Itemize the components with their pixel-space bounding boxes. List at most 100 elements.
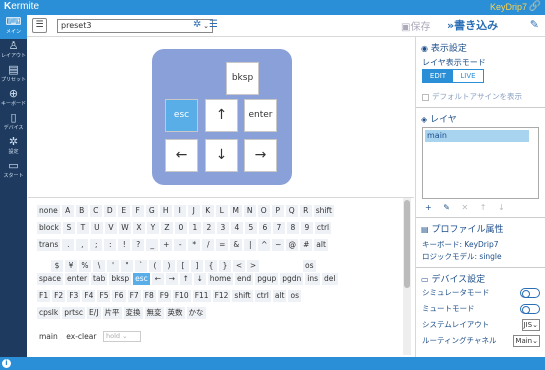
palette-key[interactable]: (	[149, 260, 161, 272]
palette-key[interactable]: E	[117, 205, 130, 217]
palette-key[interactable]: F3	[67, 290, 81, 302]
palette-key[interactable]: Q	[285, 205, 298, 217]
gear-icon[interactable]: ✲	[193, 19, 201, 30]
sidebar-item-device[interactable]: ▯ デバイス	[0, 111, 27, 135]
move-layer-up-button[interactable]: ↑	[480, 203, 487, 212]
palette-key[interactable]: F5	[97, 290, 111, 302]
palette-key[interactable]: F7	[127, 290, 141, 302]
palette-key[interactable]: trans	[37, 239, 61, 251]
palette-key[interactable]: ¥	[65, 260, 77, 272]
palette-key[interactable]: 3	[216, 222, 229, 234]
palette-key[interactable]: F8	[142, 290, 156, 302]
palette-key[interactable]: F	[131, 205, 144, 217]
palette-key[interactable]: prtsc	[62, 307, 86, 319]
palette-key[interactable]: F1	[37, 290, 51, 302]
palette-key[interactable]: bksp	[109, 273, 132, 285]
palette-key[interactable]: @	[286, 239, 299, 251]
palette-key[interactable]: %	[79, 260, 91, 272]
palette-key[interactable]: C	[89, 205, 102, 217]
palette-key[interactable]: J	[187, 205, 200, 217]
key-up[interactable]: ↑	[205, 99, 238, 132]
palette-key[interactable]: [	[177, 260, 189, 272]
menu-button[interactable]: ☰	[32, 18, 47, 33]
pen-icon[interactable]: ✎	[530, 18, 539, 31]
palette-key[interactable]: 片平	[102, 307, 122, 319]
palette-key[interactable]: #	[300, 239, 313, 251]
palette-key[interactable]: S	[62, 222, 75, 234]
palette-key[interactable]: pgdn	[280, 273, 304, 285]
system-layout-select[interactable]: JIS⌄	[521, 319, 540, 331]
palette-key[interactable]: かな	[186, 307, 206, 319]
palette-key[interactable]: K	[201, 205, 214, 217]
palette-key[interactable]: L	[215, 205, 228, 217]
palette-key[interactable]: O	[257, 205, 270, 217]
palette-key[interactable]: >	[247, 260, 259, 272]
palette-key[interactable]: G	[145, 205, 158, 217]
sidebar-item-settings[interactable]: ✲ 設定	[0, 135, 27, 159]
palette-key[interactable]: 1	[188, 222, 201, 234]
sidebar-item-start[interactable]: ▭ スタート	[0, 159, 27, 183]
routing-channel-select[interactable]: Main⌄	[513, 335, 540, 347]
palette-key[interactable]: 2	[202, 222, 215, 234]
palette-key[interactable]: ↓	[193, 273, 206, 285]
palette-key[interactable]: 6	[258, 222, 271, 234]
palette-key[interactable]: main	[37, 331, 60, 343]
palette-key[interactable]: 無変	[144, 307, 164, 319]
palette-key[interactable]: ~	[272, 239, 285, 251]
palette-key[interactable]: D	[103, 205, 116, 217]
palette-key[interactable]: W	[118, 222, 131, 234]
delete-layer-button[interactable]: ✕	[462, 203, 469, 212]
list-icon[interactable]: ☰	[209, 19, 218, 30]
palette-key[interactable]: 変換	[123, 307, 143, 319]
palette-key[interactable]: \	[93, 260, 105, 272]
mute-mode-toggle[interactable]	[520, 304, 540, 314]
palette-key[interactable]: I	[173, 205, 186, 217]
key-bksp[interactable]: bksp	[226, 62, 259, 95]
palette-key[interactable]: os	[288, 290, 301, 302]
default-assign-checkbox[interactable]: デフォルトアサインを表示	[422, 91, 522, 102]
palette-key[interactable]: /	[202, 239, 215, 251]
palette-key[interactable]: esc	[133, 273, 150, 285]
link-icon[interactable]: 🔗	[529, 1, 541, 12]
move-layer-down-button[interactable]: ↓	[498, 203, 505, 212]
palette-key[interactable]: 英数	[165, 307, 185, 319]
palette-key[interactable]: '	[107, 260, 119, 272]
palette-key[interactable]: E/J	[87, 307, 101, 319]
palette-key[interactable]: 4	[230, 222, 243, 234]
palette-key[interactable]: "	[121, 260, 133, 272]
key-esc[interactable]: esc	[165, 99, 198, 132]
palette-key[interactable]: ?	[132, 239, 145, 251]
key-enter[interactable]: enter	[244, 99, 277, 132]
write-button[interactable]: »書き込み	[447, 17, 498, 33]
palette-key[interactable]: |	[244, 239, 257, 251]
palette-key[interactable]: block	[37, 222, 61, 234]
palette-key[interactable]: F9	[157, 290, 171, 302]
palette-key[interactable]: &	[230, 239, 243, 251]
sidebar-item-keyboard[interactable]: ⊕ キーボード	[0, 87, 27, 111]
palette-key[interactable]: _	[146, 239, 159, 251]
info-icon[interactable]: i	[2, 359, 11, 368]
palette-key[interactable]: F4	[82, 290, 96, 302]
palette-key[interactable]: ctrl	[314, 222, 332, 234]
palette-key[interactable]: ]	[191, 260, 203, 272]
palette-key[interactable]: ins	[305, 273, 321, 285]
hold-select[interactable]: hold ⌄	[102, 331, 141, 342]
palette-key[interactable]: shift	[232, 290, 253, 302]
palette-key[interactable]: 0	[174, 222, 187, 234]
palette-key[interactable]: +	[160, 239, 173, 251]
palette-key[interactable]: `	[135, 260, 147, 272]
palette-key[interactable]: H	[159, 205, 172, 217]
palette-key[interactable]: ←	[151, 273, 164, 285]
key-right[interactable]: →	[244, 139, 277, 172]
palette-key[interactable]: →	[165, 273, 178, 285]
live-mode-button[interactable]: LIVE	[453, 70, 483, 82]
layer-item[interactable]: main	[425, 130, 529, 142]
palette-key[interactable]: Y	[146, 222, 159, 234]
palette-key[interactable]: 7	[272, 222, 285, 234]
palette-key[interactable]: R	[299, 205, 312, 217]
palette-key[interactable]: ex-clear	[64, 331, 99, 343]
save-button[interactable]: ▣保存	[401, 18, 430, 33]
palette-key[interactable]: 5	[244, 222, 257, 234]
palette-key[interactable]: F6	[112, 290, 126, 302]
palette-key[interactable]: !	[118, 239, 131, 251]
